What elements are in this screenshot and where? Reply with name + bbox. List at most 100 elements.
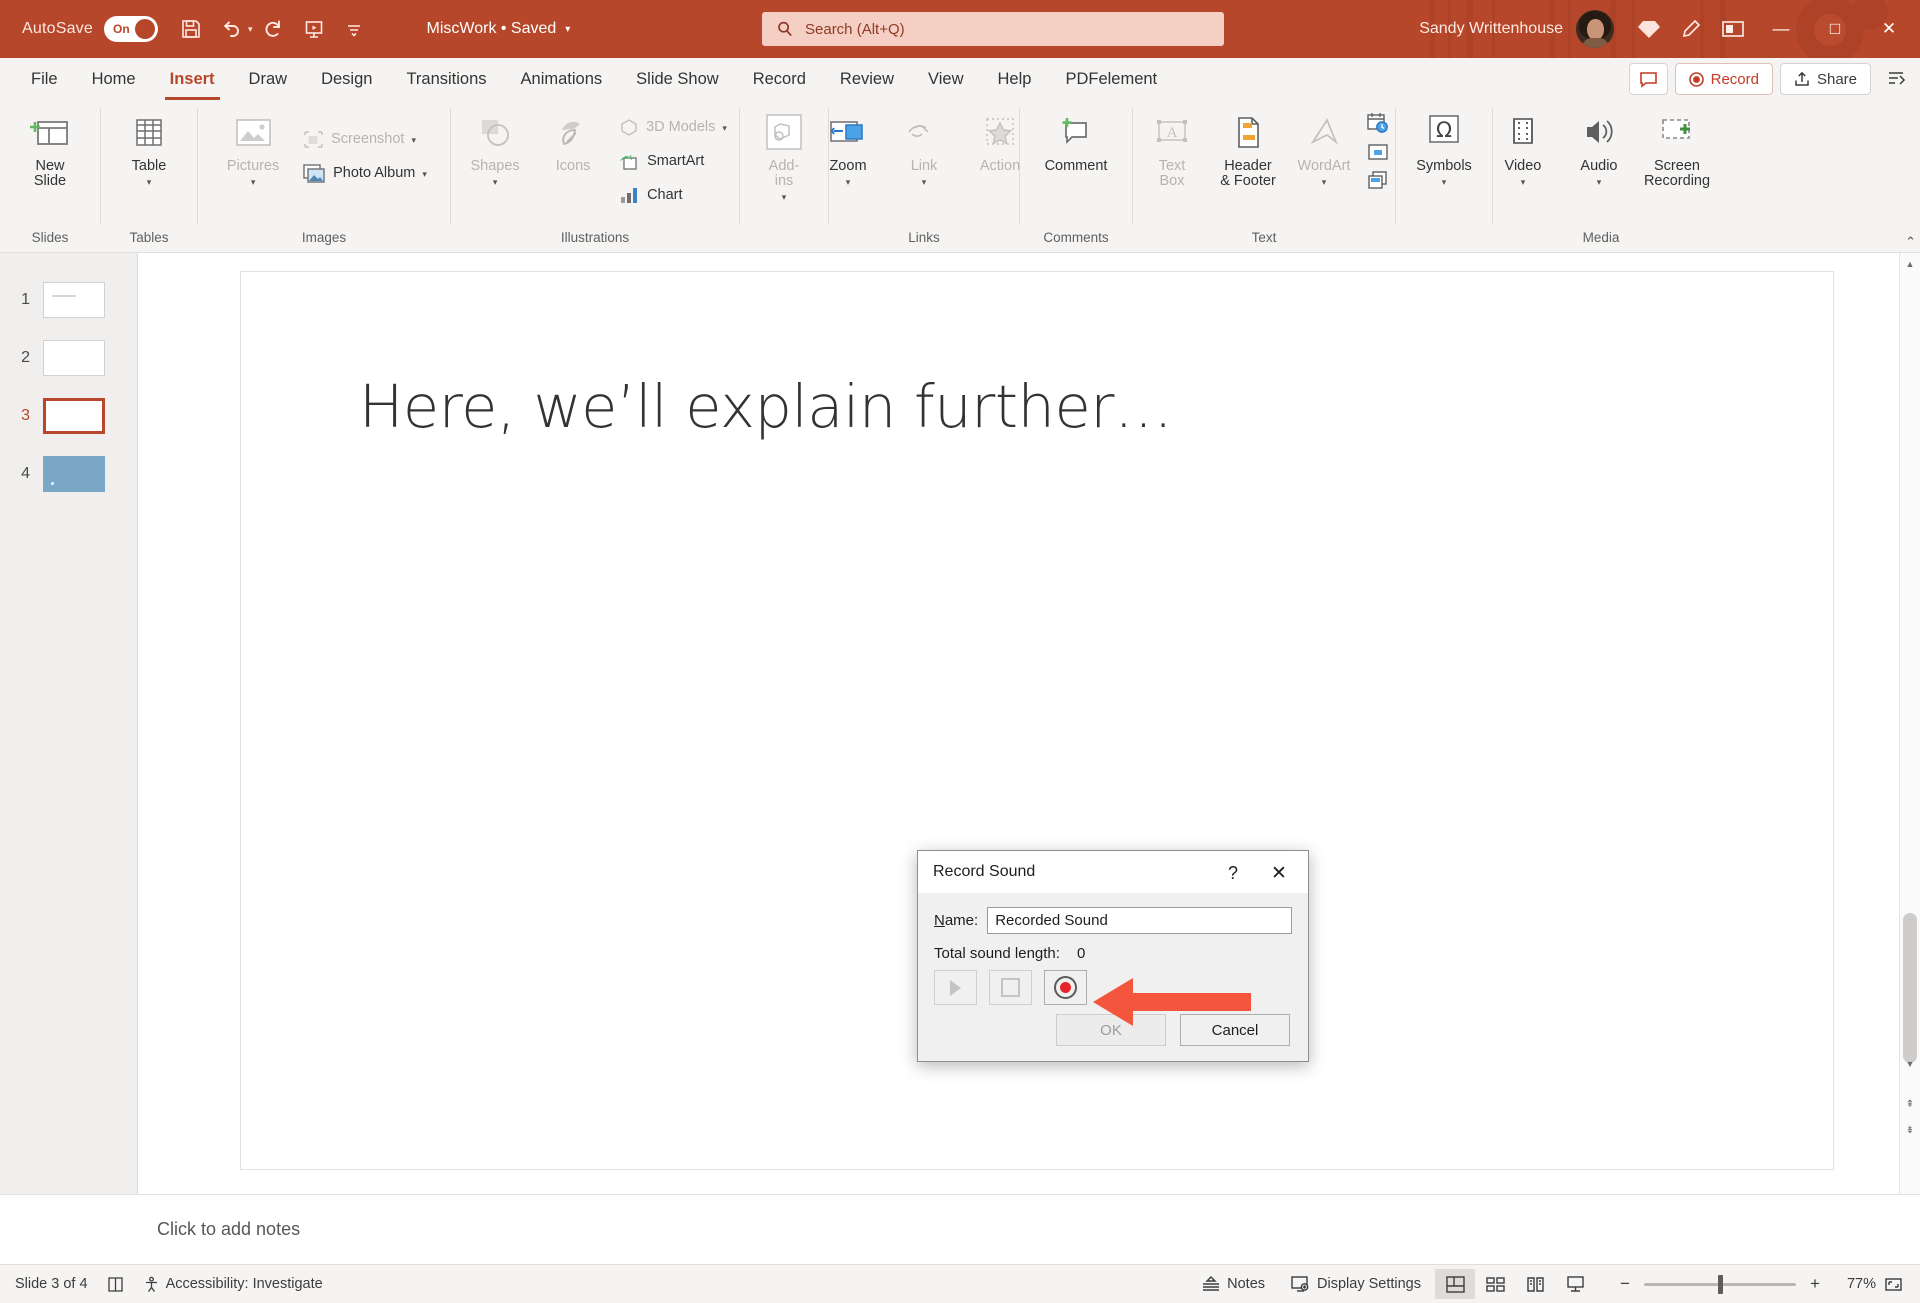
comments-button[interactable] [1628,63,1668,95]
zoom-button[interactable]: Zoom ▾ [810,107,886,189]
zoom-dropdown-icon[interactable]: ▾ [846,178,851,187]
3d-models-button[interactable]: 3D Models ▾ [613,111,733,143]
fit-to-window-button[interactable] [1876,1276,1910,1293]
slide-thumbnail[interactable] [43,282,105,318]
undo-dropdown-icon[interactable]: ▾ [248,24,253,35]
vertical-scrollbar[interactable]: ▲ ▼ ⇞ ⇟ [1899,253,1920,1194]
document-title[interactable]: MiscWork • Saved ▾ [427,20,571,38]
slide-counter[interactable]: Slide 3 of 4 [15,1276,88,1292]
avatar[interactable] [1576,10,1614,48]
record-button[interactable] [1044,970,1087,1005]
text-box-button[interactable]: A Text Box [1134,107,1210,192]
link-dropdown-icon[interactable]: ▾ [922,178,927,187]
reading-view-button[interactable] [1515,1269,1555,1299]
header-footer-button[interactable]: Header & Footer [1210,107,1286,192]
link-button[interactable]: Link ▾ [886,107,962,189]
screenshot-button[interactable]: Screenshot ▾ [297,123,433,155]
scroll-down-icon[interactable]: ▼ [1900,1053,1920,1075]
close-icon[interactable]: ✕ [1266,860,1292,886]
table-button[interactable]: Table ▾ [111,107,187,189]
present-icon[interactable] [1712,8,1754,50]
customize-quick-access-toolbar-icon[interactable] [335,10,373,48]
icons-button[interactable]: Icons [535,107,611,177]
shapes-dropdown-icon[interactable]: ▾ [493,178,498,187]
video-button[interactable]: Video ▾ [1485,107,1561,189]
screenshot-dropdown-icon[interactable]: ▾ [411,135,416,144]
screen-recording-button[interactable]: Screen Recording [1637,107,1717,192]
smartart-button[interactable]: SmartArt [613,145,733,177]
accessibility-status[interactable]: Accessibility: Investigate [143,1276,323,1293]
tab-pdfelement[interactable]: PDFelement [1048,58,1174,100]
previous-slide-icon[interactable]: ⇞ [1900,1093,1920,1115]
share-button[interactable]: Share [1779,63,1871,95]
symbols-dropdown-icon[interactable]: ▾ [1442,178,1447,187]
slide-thumbnail[interactable] [43,340,105,376]
search-box[interactable]: Search (Alt+Q) [762,12,1224,46]
undo-icon[interactable] [212,10,250,48]
list-item[interactable]: 2 [0,329,137,387]
start-from-beginning-icon[interactable] [295,10,333,48]
pictures-dropdown-icon[interactable]: ▾ [251,178,256,187]
tab-file[interactable]: File [14,58,75,100]
diamond-premium-icon[interactable] [1628,8,1670,50]
tab-transitions[interactable]: Transitions [389,58,503,100]
minimize-button[interactable]: — [1754,0,1808,58]
display-settings-button[interactable]: Display Settings [1291,1275,1421,1293]
pen-icon[interactable] [1670,8,1712,50]
audio-button[interactable]: Audio ▾ [1561,107,1637,189]
audio-dropdown-icon[interactable]: ▾ [1597,178,1602,187]
zoom-out-button[interactable]: − [1617,1274,1633,1294]
slide-number-button[interactable] [1362,139,1394,165]
tab-view[interactable]: View [911,58,980,100]
redo-icon[interactable] [255,10,293,48]
date-time-button[interactable] [1362,110,1394,136]
zoom-track[interactable] [1644,1274,1796,1294]
tab-insert[interactable]: Insert [153,58,232,100]
notes-toggle[interactable]: Notes [1201,1275,1265,1293]
photo-album-dropdown-icon[interactable]: ▾ [422,169,427,178]
pictures-button[interactable]: Pictures ▾ [215,107,291,189]
ribbon-display-options-icon[interactable] [1878,62,1914,96]
tab-record[interactable]: Record [736,58,823,100]
scroll-up-icon[interactable]: ▲ [1900,253,1920,275]
object-button[interactable] [1362,168,1394,194]
language-icon[interactable] [107,1276,124,1293]
autosave-toggle[interactable]: On [103,16,158,42]
slide-title[interactable]: Here, we’ll explain further… [359,372,1173,441]
tab-slide-show[interactable]: Slide Show [619,58,736,100]
maximize-button[interactable]: □ [1808,0,1862,58]
wordart-dropdown-icon[interactable]: ▾ [1322,178,1327,187]
scrollbar-thumb[interactable] [1903,913,1917,1063]
slide-thumbnail[interactable] [43,456,105,492]
close-button[interactable]: ✕ [1862,0,1916,58]
tab-animations[interactable]: Animations [504,58,620,100]
shapes-button[interactable]: Shapes ▾ [457,107,533,189]
list-item[interactable]: 3 [0,387,137,445]
name-input[interactable] [987,907,1292,934]
collapse-ribbon-icon[interactable]: ⌃ [1905,234,1916,250]
chart-button[interactable]: Chart [613,179,733,211]
list-item[interactable]: 1 [0,271,137,329]
wordart-button[interactable]: WordArt ▾ [1286,107,1362,189]
3d-models-dropdown-icon[interactable]: ▾ [722,123,727,132]
tab-draw[interactable]: Draw [232,58,305,100]
normal-view-button[interactable] [1435,1269,1475,1299]
slide-sorter-view-button[interactable] [1475,1269,1515,1299]
stop-button[interactable] [989,970,1032,1005]
slide-show-view-button[interactable] [1555,1269,1595,1299]
video-dropdown-icon[interactable]: ▾ [1521,178,1526,187]
notes-pane[interactable]: Click to add notes [0,1194,1920,1264]
next-slide-icon[interactable]: ⇟ [1900,1119,1920,1141]
add-ins-dropdown-icon[interactable]: ▾ [782,193,787,202]
document-title-dropdown-icon[interactable]: ▾ [565,24,570,35]
zoom-handle[interactable] [1718,1274,1723,1294]
table-dropdown-icon[interactable]: ▾ [147,178,152,187]
play-button[interactable] [934,970,977,1005]
slide-thumbnail[interactable] [43,398,105,434]
help-icon[interactable]: ? [1220,860,1246,886]
zoom-in-button[interactable]: + [1807,1274,1823,1294]
tab-review[interactable]: Review [823,58,911,100]
zoom-slider[interactable]: − + [1617,1274,1823,1294]
zoom-level[interactable]: 77% [1836,1276,1876,1292]
comment-button[interactable]: Comment [1038,107,1115,177]
